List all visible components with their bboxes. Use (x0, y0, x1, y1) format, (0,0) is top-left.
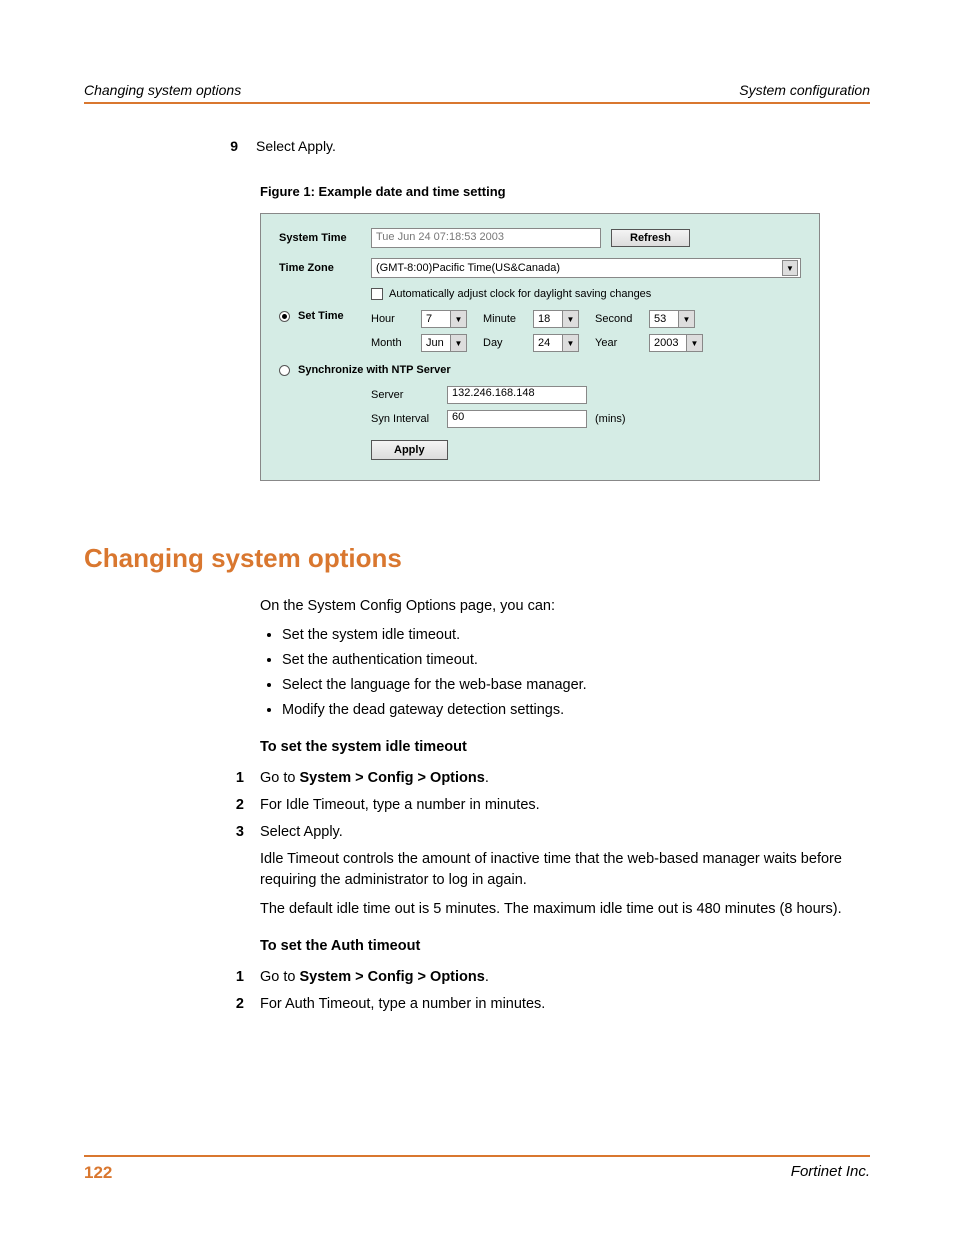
hour-select[interactable]: 7▼ (421, 310, 467, 328)
idle-paragraph-2: The default idle time out is 5 minutes. … (260, 899, 870, 920)
time-zone-value: (GMT-8:00)Pacific Time(US&Canada) (376, 262, 560, 274)
ntp-server-label: Server (371, 389, 447, 401)
step-text: For Auth Timeout, type a number in minut… (260, 994, 870, 1015)
option-item: Select the language for the web-base man… (282, 675, 870, 696)
ntp-server-input[interactable]: 132.246.168.148 (447, 386, 587, 404)
idle-timeout-heading: To set the system idle timeout (260, 737, 870, 758)
set-time-radio[interactable] (279, 311, 290, 322)
hour-label: Hour (371, 313, 421, 325)
footer-company: Fortinet Inc. (791, 1163, 870, 1183)
ntp-label: Synchronize with NTP Server (298, 364, 451, 376)
step-text: Select Apply. (260, 822, 870, 843)
syn-interval-input[interactable]: 60 (447, 410, 587, 428)
step-text: Go to System > Config > Options. (260, 768, 870, 789)
section-heading: Changing system options (84, 543, 870, 574)
system-time-label: System Time (279, 232, 371, 244)
syn-interval-units: (mins) (595, 413, 626, 425)
day-label: Day (483, 337, 533, 349)
chevron-down-icon: ▼ (686, 335, 702, 351)
header-left: Changing system options (84, 82, 241, 98)
year-select[interactable]: 2003▼ (649, 334, 703, 352)
idle-paragraph-1: Idle Timeout controls the amount of inac… (260, 849, 870, 891)
step-number: 3 (226, 822, 260, 843)
dst-label: Automatically adjust clock for daylight … (389, 288, 651, 300)
intro-text: On the System Config Options page, you c… (260, 596, 870, 617)
option-item: Set the system idle timeout. (282, 625, 870, 646)
day-select[interactable]: 24▼ (533, 334, 579, 352)
figure-caption: Figure 1: Example date and time setting (260, 184, 870, 199)
page-number: 122 (84, 1163, 112, 1183)
second-label: Second (595, 313, 649, 325)
chevron-down-icon: ▼ (450, 311, 466, 327)
syn-interval-label: Syn Interval (371, 413, 447, 425)
dst-checkbox[interactable] (371, 288, 383, 300)
minute-label: Minute (483, 313, 533, 325)
step-text: Go to System > Config > Options. (260, 967, 870, 988)
step-9-text: Select Apply. (256, 138, 870, 154)
time-settings-panel: System Time Tue Jun 24 07:18:53 2003 Ref… (260, 213, 820, 481)
system-time-value: Tue Jun 24 07:18:53 2003 (371, 228, 601, 248)
step-number: 2 (226, 994, 260, 1015)
step-text: For Idle Timeout, type a number in minut… (260, 795, 870, 816)
ntp-radio[interactable] (279, 365, 290, 376)
chevron-down-icon: ▼ (562, 335, 578, 351)
time-zone-select[interactable]: (GMT-8:00)Pacific Time(US&Canada) ▼ (371, 258, 801, 278)
set-time-label: Set Time (298, 310, 344, 322)
apply-button[interactable]: Apply (371, 440, 448, 460)
step-number: 1 (226, 967, 260, 988)
auth-timeout-heading: To set the Auth timeout (260, 936, 870, 957)
option-item: Modify the dead gateway detection settin… (282, 700, 870, 721)
month-label: Month (371, 337, 421, 349)
second-select[interactable]: 53▼ (649, 310, 695, 328)
chevron-down-icon: ▼ (450, 335, 466, 351)
step-number: 2 (226, 795, 260, 816)
step-9-number: 9 (224, 138, 256, 154)
minute-select[interactable]: 18▼ (533, 310, 579, 328)
month-select[interactable]: Jun▼ (421, 334, 467, 352)
chevron-down-icon: ▼ (782, 260, 798, 276)
option-item: Set the authentication timeout. (282, 650, 870, 671)
refresh-button[interactable]: Refresh (611, 229, 690, 247)
time-zone-label: Time Zone (279, 262, 371, 274)
chevron-down-icon: ▼ (562, 311, 578, 327)
header-right: System configuration (739, 82, 870, 98)
step-number: 1 (226, 768, 260, 789)
chevron-down-icon: ▼ (678, 311, 694, 327)
year-label: Year (595, 337, 649, 349)
